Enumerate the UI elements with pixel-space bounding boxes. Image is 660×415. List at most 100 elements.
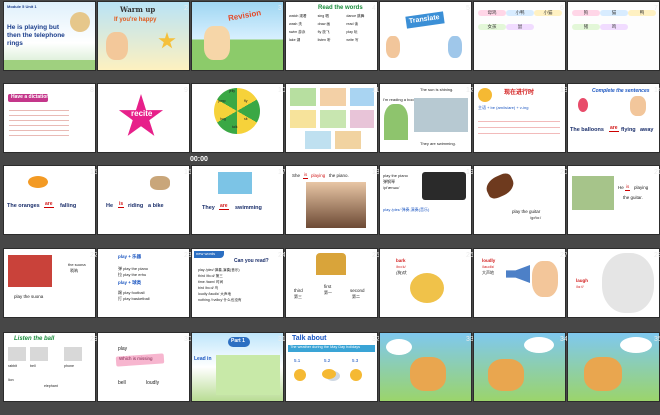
word: watch 观看 bbox=[289, 14, 307, 18]
star-icon bbox=[158, 32, 176, 49]
word-list: 母鸡 小鸭 小猫 女孩 鼠 bbox=[478, 10, 562, 30]
slide-title: Have a dictation bbox=[11, 94, 50, 100]
answer-blank[interactable]: is bbox=[625, 184, 631, 191]
cartoon-image bbox=[410, 357, 446, 391]
word: 狗 bbox=[572, 10, 600, 16]
piano-image bbox=[422, 172, 466, 200]
phrase: 拉 play the erhu bbox=[118, 272, 147, 277]
cartoon-image bbox=[584, 357, 622, 391]
wheel-word: talk bbox=[232, 125, 238, 129]
phrase: 打 play basketball bbox=[118, 296, 150, 301]
word: loudly bbox=[482, 258, 496, 263]
phrase: play the suona bbox=[14, 294, 44, 299]
date-label: 5.3 bbox=[352, 358, 359, 363]
slide-title: Read the words bbox=[318, 5, 363, 11]
word: loudly bbox=[146, 380, 160, 386]
phonetic: /lɑːf/ bbox=[576, 284, 584, 289]
translation: (狗)吠 bbox=[396, 270, 407, 275]
sentence-start: The balloons bbox=[570, 127, 604, 133]
slide-title: Revision bbox=[227, 8, 262, 23]
definition: play /pleɪ/ 弹奏,演奏(音乐) bbox=[383, 207, 430, 212]
sentence-end: falling bbox=[60, 203, 77, 209]
word: rabbit bbox=[8, 364, 17, 368]
timer-readout: 00:00 bbox=[190, 156, 208, 163]
dog-image bbox=[410, 273, 444, 303]
speech-bubble bbox=[524, 337, 554, 353]
picture-card bbox=[30, 347, 48, 361]
word: third bbox=[294, 288, 303, 293]
wheel-word: jelly bbox=[229, 89, 236, 93]
word: 鼠 bbox=[506, 24, 534, 30]
slide-subtitle: The weather during the May Day holidays bbox=[290, 345, 361, 349]
photo bbox=[218, 172, 252, 194]
answer-blank[interactable]: are bbox=[609, 126, 619, 132]
word: 小鸭 bbox=[506, 10, 534, 16]
cartoon-image bbox=[532, 261, 558, 297]
phrase: play the piano bbox=[383, 173, 408, 178]
word: 母鸡 bbox=[478, 10, 506, 16]
sentence-end: the piano. bbox=[329, 173, 349, 178]
module-label: Module 5 Unit 1 bbox=[7, 4, 37, 9]
bike-image bbox=[150, 176, 170, 190]
word: read 读 bbox=[346, 22, 359, 26]
slide-title: Can you read? bbox=[234, 258, 269, 264]
sentence-end: away bbox=[640, 127, 654, 133]
formula-text: 主语 + be (am/is/are) + v-ing bbox=[478, 105, 529, 110]
slide-title: He is playing but then the telephone rin… bbox=[7, 24, 65, 47]
sun-icon bbox=[350, 369, 362, 381]
slide-title: Listen the ball bbox=[14, 336, 55, 342]
sentence-end: a bike bbox=[148, 203, 164, 209]
word: 小猫 bbox=[534, 10, 562, 16]
answer-blank[interactable]: are bbox=[44, 202, 54, 208]
word-list: 狗 猫 鸭 猪 鸡 bbox=[572, 10, 656, 30]
tree-image bbox=[384, 104, 408, 140]
answer-blank[interactable]: is bbox=[118, 202, 125, 208]
sentence-start: They bbox=[202, 205, 215, 211]
speech-bubble bbox=[386, 339, 412, 355]
slide-title: recite bbox=[131, 109, 153, 118]
cartoon-image bbox=[106, 32, 128, 60]
phonetic: /pi'ænəu/ bbox=[383, 185, 400, 190]
wheel-word: sit bbox=[244, 117, 248, 121]
word: fly 放飞 bbox=[317, 30, 330, 34]
sentence-start: He bbox=[106, 203, 114, 209]
word: play 玩 bbox=[346, 30, 358, 34]
slide-title: Talk about bbox=[292, 335, 327, 342]
heading: play + 乐器 bbox=[118, 254, 142, 259]
picture-card bbox=[8, 347, 26, 361]
word: 鸡 bbox=[600, 24, 628, 30]
word: sing 唱 bbox=[317, 14, 329, 18]
word: 猪 bbox=[572, 24, 600, 30]
word: first bbox=[324, 284, 332, 289]
word: bell bbox=[118, 380, 126, 386]
word: nothing /'nʌθɪŋ/ 什么也没有 bbox=[198, 298, 242, 302]
answer-blank[interactable]: are bbox=[219, 204, 229, 210]
word: bark bbox=[396, 258, 406, 263]
photo bbox=[572, 176, 614, 210]
answer-blank[interactable]: is bbox=[303, 172, 309, 179]
phrase: the suona bbox=[68, 262, 86, 267]
word: lake 湖 bbox=[289, 38, 301, 42]
megaphone-icon bbox=[506, 265, 530, 283]
sun-icon bbox=[294, 369, 306, 381]
picture-card bbox=[64, 347, 82, 361]
word: dance 跳舞 bbox=[346, 14, 365, 18]
guitar-image bbox=[483, 171, 517, 201]
word: write 写 bbox=[346, 38, 359, 42]
phonetic: /bɑːk/ bbox=[396, 264, 406, 269]
word: listen 听 bbox=[317, 38, 331, 42]
cartoon-image bbox=[204, 26, 230, 60]
translation: 第一 bbox=[324, 290, 332, 295]
word-list: watch 观看 sing 唱 dance 跳舞 wash 洗 draw 画 r… bbox=[289, 14, 375, 43]
phrase: play the guitar bbox=[512, 209, 541, 214]
date-label: 5.1 bbox=[294, 358, 301, 363]
slide-sorter-grid: Module 5 Unit 1 He is playing but then t… bbox=[0, 0, 660, 415]
heading: play + 球类 bbox=[118, 280, 142, 285]
translation: 唢呐 bbox=[70, 268, 78, 273]
cartoon-image bbox=[386, 36, 400, 58]
photo bbox=[306, 182, 366, 228]
word: play bbox=[118, 346, 128, 352]
phrase: 弹 play the piano bbox=[118, 266, 149, 271]
balloon-image bbox=[578, 98, 588, 112]
word: draw 画 bbox=[317, 22, 331, 26]
